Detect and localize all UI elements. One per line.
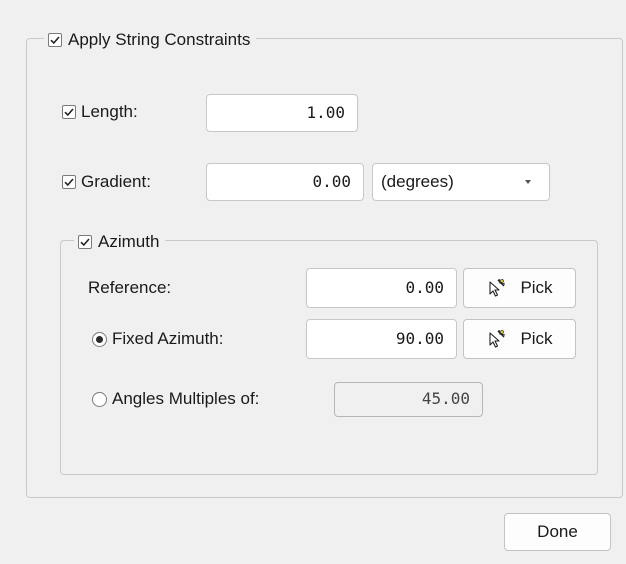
gradient-input[interactable]: 0.00 bbox=[206, 163, 364, 201]
gradient-label: Gradient: bbox=[81, 172, 151, 191]
gradient-toggle[interactable]: Gradient: bbox=[62, 170, 151, 194]
fixed-azimuth-pick-button[interactable]: Pick bbox=[463, 319, 576, 359]
fixed-azimuth-pick-label: Pick bbox=[520, 329, 553, 348]
fixed-azimuth-radio[interactable] bbox=[92, 331, 107, 347]
reference-label: Reference: bbox=[88, 278, 172, 297]
angles-multiples-input: 45.00 bbox=[334, 382, 483, 417]
length-input[interactable]: 1.00 bbox=[206, 94, 358, 132]
azimuth-checkbox[interactable] bbox=[78, 235, 92, 249]
gradient-unit-value: (degrees) bbox=[381, 172, 454, 191]
fixed-azimuth-input[interactable]: 90.00 bbox=[306, 319, 457, 359]
azimuth-label: Azimuth bbox=[98, 232, 160, 251]
reference-row: Reference: bbox=[88, 276, 171, 300]
gradient-unit-select[interactable]: (degrees) bbox=[372, 163, 550, 201]
length-label: Length: bbox=[81, 102, 138, 121]
apply-string-constraints-toggle[interactable]: Apply String Constraints bbox=[44, 28, 257, 52]
chevron-down-icon bbox=[525, 180, 531, 184]
reference-pick-button[interactable]: Pick bbox=[463, 268, 576, 308]
pick-pointer-icon bbox=[486, 329, 506, 349]
azimuth-toggle[interactable]: Azimuth bbox=[74, 230, 166, 254]
reference-pick-label: Pick bbox=[520, 278, 553, 297]
length-toggle[interactable]: Length: bbox=[62, 100, 138, 124]
fixed-azimuth-option[interactable]: Fixed Azimuth: bbox=[92, 327, 224, 351]
done-button[interactable]: Done bbox=[504, 513, 611, 551]
apply-string-constraints-checkbox[interactable] bbox=[48, 33, 62, 47]
length-checkbox[interactable] bbox=[62, 105, 76, 119]
angles-multiples-option[interactable]: Angles Multiples of: bbox=[92, 387, 259, 411]
angles-multiples-label: Angles Multiples of: bbox=[112, 389, 260, 408]
pick-pointer-icon bbox=[486, 278, 506, 298]
angles-multiples-radio[interactable] bbox=[92, 391, 107, 407]
fixed-azimuth-label: Fixed Azimuth: bbox=[112, 329, 224, 348]
done-label: Done bbox=[537, 522, 578, 541]
reference-input[interactable]: 0.00 bbox=[306, 268, 457, 308]
gradient-checkbox[interactable] bbox=[62, 175, 76, 189]
apply-string-constraints-label: Apply String Constraints bbox=[68, 30, 251, 49]
